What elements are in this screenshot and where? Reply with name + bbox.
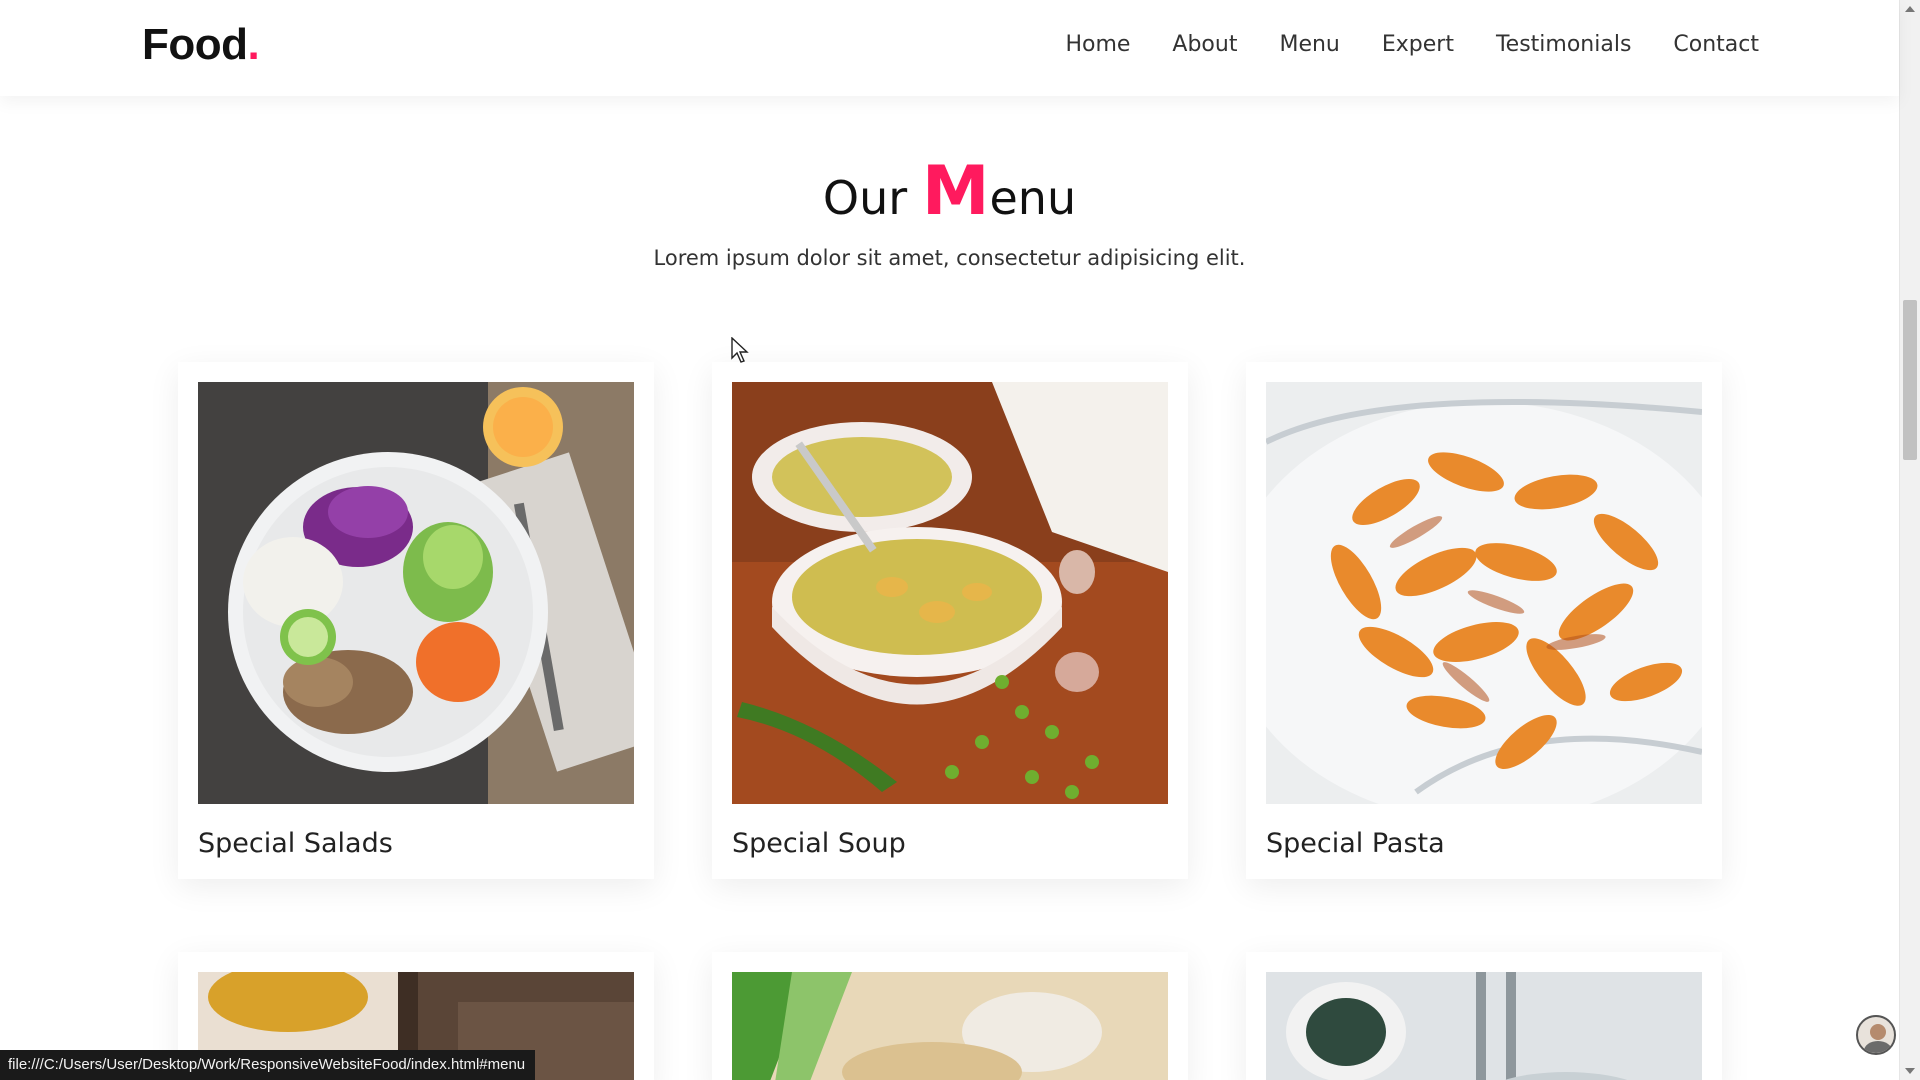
food-image [732, 972, 1168, 1080]
nav-expert[interactable]: Expert [1382, 32, 1454, 57]
webcam-avatar [1856, 1015, 1896, 1055]
menu-card-row2-2[interactable] [712, 952, 1188, 1080]
menu-card-soup[interactable]: Special Soup [712, 362, 1188, 879]
menu-card-row2-3[interactable] [1246, 952, 1722, 1080]
menu-item-name: Special Salads [198, 828, 393, 859]
nav-testimonials[interactable]: Testimonials [1496, 32, 1631, 57]
mouse-cursor-icon [731, 337, 749, 363]
menu-card-pasta[interactable]: Special Pasta [1246, 362, 1722, 879]
scroll-up-arrow-icon[interactable] [1905, 6, 1915, 12]
logo-dot: . [247, 20, 260, 69]
nav-menu[interactable]: Menu [1279, 32, 1339, 57]
logo-text: Food [142, 20, 248, 69]
menu-item-name: Special Pasta [1266, 828, 1445, 859]
section-title: Our Menu [0, 152, 1899, 231]
title-suffix: enu [989, 171, 1077, 225]
nav-contact[interactable]: Contact [1673, 32, 1759, 57]
pasta-image [1266, 382, 1702, 804]
nav-about[interactable]: About [1172, 32, 1237, 57]
menu-card-salads[interactable]: Special Salads [178, 362, 654, 879]
main-nav: Home About Menu Expert Testimonials Cont… [1065, 32, 1759, 57]
menu-item-name: Special Soup [732, 828, 906, 859]
scroll-down-arrow-icon[interactable] [1905, 1068, 1915, 1074]
link-status-bar: file:///C:/Users/User/Desktop/Work/Respo… [0, 1050, 536, 1080]
salad-image [198, 382, 634, 804]
food-image [1266, 972, 1702, 1080]
section-subtitle: Lorem ipsum dolor sit amet, consectetur … [653, 246, 1246, 270]
title-prefix: Our [822, 171, 922, 225]
scroll-thumb[interactable] [1903, 300, 1917, 460]
title-accent-letter: M [921, 152, 990, 231]
vertical-scrollbar[interactable] [1899, 0, 1920, 1080]
site-header: Food. Home About Menu Expert Testimonial… [0, 0, 1899, 96]
soup-image [732, 382, 1168, 804]
site-logo[interactable]: Food. [142, 20, 260, 70]
nav-home[interactable]: Home [1065, 32, 1130, 57]
